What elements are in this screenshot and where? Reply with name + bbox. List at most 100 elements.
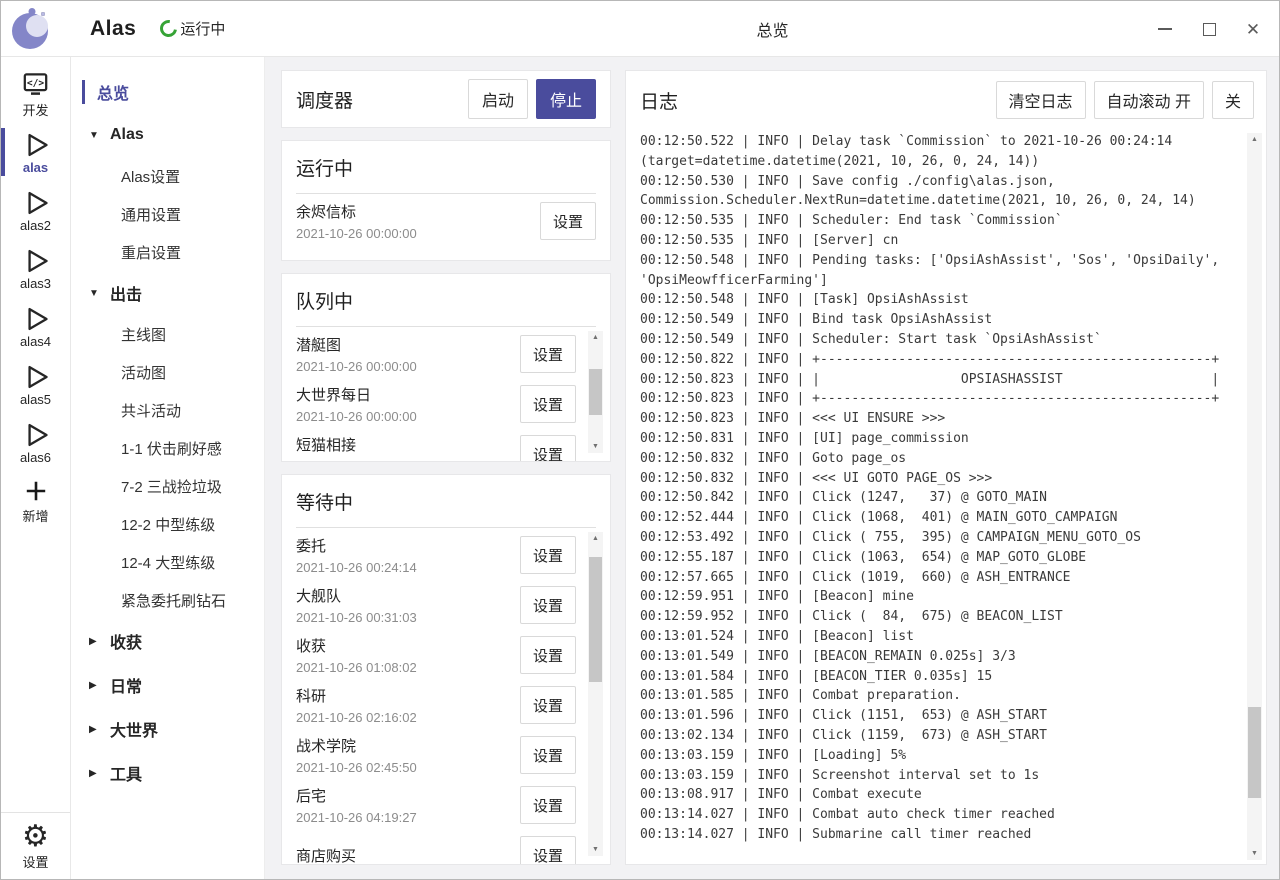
log-line: 00:12:50.832 | INFO | <<< UI GOTO PAGE_O… [640, 469, 1236, 489]
task-name: 科研 [296, 685, 417, 706]
rail-item-alas2[interactable]: alas2 [1, 181, 70, 239]
rail-item-alas4[interactable]: alas4 [1, 297, 70, 355]
rail-item-alas[interactable]: alas [1, 123, 70, 181]
close-button[interactable]: ✕ [1245, 21, 1261, 37]
expand-arrow-icon: ▼ [89, 288, 101, 299]
minimize-button[interactable] [1157, 21, 1173, 37]
clear-log-button[interactable]: 清空日志 [996, 81, 1086, 119]
task-list-scrollbar[interactable]: ▲ ▼ [588, 331, 603, 453]
rail-item-label: alas4 [20, 334, 51, 349]
rail-item-label: alas3 [20, 276, 51, 291]
log-scrollbar[interactable]: ▲ ▼ [1247, 133, 1262, 860]
task-setting-button[interactable]: 设置 [520, 786, 576, 824]
rail-item-开发[interactable]: </> 开发 [1, 65, 70, 123]
log-line: 00:12:50.822 | INFO | +-----------------… [640, 350, 1236, 370]
section-title: 等待中 [282, 475, 610, 527]
autoscroll-off-button[interactable]: 关 [1212, 81, 1254, 119]
nav-item[interactable]: 12-4 大型练级 [71, 543, 264, 581]
task-setting-button[interactable]: 设置 [520, 636, 576, 674]
task-setting-button[interactable]: 设置 [520, 335, 576, 373]
play-icon [22, 304, 50, 334]
rail-settings-button[interactable]: ⚙ 设置 [1, 813, 70, 879]
log-title: 日志 [640, 87, 996, 114]
autoscroll-on-button[interactable]: 自动滚动 开 [1094, 81, 1204, 119]
scroll-up-icon[interactable]: ▲ [1247, 133, 1262, 146]
expand-arrow-icon: ▼ [89, 130, 101, 141]
gear-icon: ⚙ [22, 822, 49, 852]
rail-item-label: alas2 [20, 218, 51, 233]
log-line: 00:12:50.823 | INFO | <<< UI ENSURE >>> [640, 409, 1236, 429]
nav-group-label: Alas [110, 126, 144, 144]
log-column: 日志 清空日志 自动滚动 开 关 00:12:50.522 | INFO | D… [625, 70, 1267, 865]
app-title: Alas [90, 17, 136, 41]
nav-item[interactable]: 紧急委托刷钻石 [71, 581, 264, 619]
scroll-down-icon[interactable]: ▼ [588, 843, 603, 856]
scheduler-start-button[interactable]: 启动 [468, 79, 528, 119]
scroll-down-icon[interactable]: ▼ [1247, 847, 1262, 860]
task-row: 潜艇图 2021-10-26 00:00:00 设置 [296, 329, 576, 379]
maximize-icon [1203, 23, 1216, 36]
task-row: 余烬信标 2021-10-26 00:00:00 设置 [296, 196, 596, 246]
nav-group[interactable]: ▶ 工具 [71, 751, 264, 795]
task-section-card: 等待中 委托 2021-10-26 00:24:14 设置 大舰队 2021-1… [281, 474, 611, 865]
nav-item-overview[interactable]: 总览 [71, 71, 264, 113]
alas-logo-icon [10, 7, 54, 51]
scrollbar-thumb[interactable] [1248, 707, 1261, 798]
nav-group[interactable]: ▶ 大世界 [71, 707, 264, 751]
rail-item-alas3[interactable]: alas3 [1, 239, 70, 297]
rail-item-alas6[interactable]: alas6 [1, 413, 70, 471]
task-setting-button[interactable]: 设置 [520, 836, 576, 864]
nav-sidebar: 总览 ▼ Alas Alas设置 通用设置 重启设置 ▼ 出击 主线图 活动图 … [71, 57, 265, 879]
dev-monitor-icon: </> [22, 70, 49, 100]
log-body: 00:12:50.522 | INFO | Delay task `Commis… [626, 129, 1266, 864]
task-setting-button[interactable]: 设置 [540, 202, 596, 240]
nav-item[interactable]: 活动图 [71, 353, 264, 391]
task-name: 委托 [296, 535, 417, 556]
maximize-button[interactable] [1201, 21, 1217, 37]
nav-item[interactable]: 重启设置 [71, 233, 264, 271]
scrollbar-thumb[interactable] [589, 557, 602, 682]
task-row: 委托 2021-10-26 00:24:14 设置 [296, 530, 576, 580]
nav-item-label: 1-1 伏击刷好感 [121, 438, 222, 459]
task-setting-button[interactable]: 设置 [520, 736, 576, 774]
scheduler-status-label: 运行中 [180, 18, 225, 39]
scheduler-stop-button[interactable]: 停止 [536, 79, 596, 119]
nav-group[interactable]: ▶ 日常 [71, 663, 264, 707]
scrollbar-thumb[interactable] [589, 369, 602, 415]
nav-item[interactable]: 通用设置 [71, 195, 264, 233]
rail-item-label: alas [23, 160, 48, 175]
log-line: 00:12:50.842 | INFO | Click (1247, 37) @… [640, 488, 1236, 508]
nav-group[interactable]: ▼ Alas [71, 113, 264, 157]
close-icon: ✕ [1246, 21, 1260, 38]
play-icon [22, 188, 50, 218]
log-line: 00:12:50.549 | INFO | Scheduler: Start t… [640, 330, 1236, 350]
task-setting-button[interactable]: 设置 [520, 536, 576, 574]
log-line: 00:12:50.831 | INFO | [UI] page_commissi… [640, 429, 1236, 449]
rail-item-新增[interactable]: 新增 [1, 471, 70, 529]
log-line: 00:12:53.492 | INFO | Click ( 755, 395) … [640, 528, 1236, 548]
nav-item[interactable]: 1-1 伏击刷好感 [71, 429, 264, 467]
task-setting-button[interactable]: 设置 [520, 385, 576, 423]
expand-arrow-icon: ▶ [89, 724, 101, 735]
task-list: 余烬信标 2021-10-26 00:00:00 设置 [282, 194, 610, 246]
task-row: 商店购买 设置 [296, 830, 576, 864]
scroll-down-icon[interactable]: ▼ [588, 440, 603, 453]
rail-item-alas5[interactable]: alas5 [1, 355, 70, 413]
nav-item-label: 12-2 中型练级 [121, 514, 215, 535]
nav-item[interactable]: Alas设置 [71, 157, 264, 195]
scroll-up-icon[interactable]: ▲ [588, 331, 603, 344]
nav-group[interactable]: ▶ 收获 [71, 619, 264, 663]
nav-group[interactable]: ▼ 出击 [71, 271, 264, 315]
nav-item[interactable]: 共斗活动 [71, 391, 264, 429]
scroll-up-icon[interactable]: ▲ [588, 532, 603, 545]
nav-item[interactable]: 7-2 三战捡垃圾 [71, 467, 264, 505]
nav-list: 总览 ▼ Alas Alas设置 通用设置 重启设置 ▼ 出击 主线图 活动图 … [71, 71, 264, 795]
play-icon [22, 362, 50, 392]
task-next-run-time: 2021-10-26 00:00:00 [296, 409, 417, 424]
task-setting-button[interactable]: 设置 [520, 435, 576, 461]
task-setting-button[interactable]: 设置 [520, 686, 576, 724]
task-list-scrollbar[interactable]: ▲ ▼ [588, 532, 603, 856]
nav-item[interactable]: 主线图 [71, 315, 264, 353]
nav-item[interactable]: 12-2 中型练级 [71, 505, 264, 543]
task-setting-button[interactable]: 设置 [520, 586, 576, 624]
